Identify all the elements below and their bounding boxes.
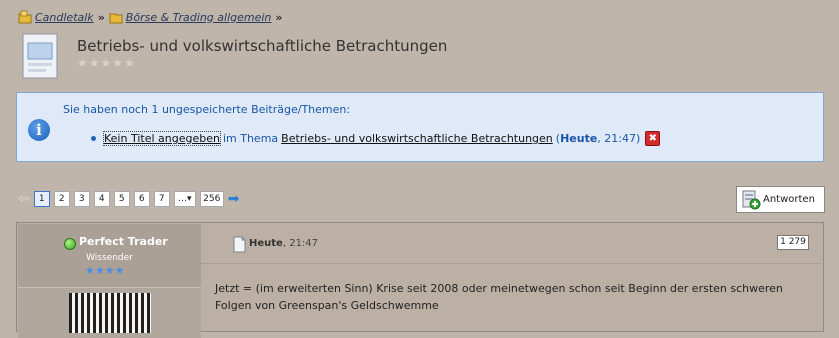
- page-link-7[interactable]: 7: [153, 191, 170, 207]
- home-folder-icon: [18, 10, 32, 24]
- rating-star-icon[interactable]: ★: [77, 57, 88, 69]
- page-link-4[interactable]: 4: [93, 191, 110, 207]
- reply-button-label: Antworten: [763, 194, 815, 205]
- pagination: ⇦ 1 2 3 4 5 6 7 …▾ 256 ➡: [18, 191, 239, 207]
- page-link-3[interactable]: 3: [73, 191, 90, 207]
- rating-star-icon[interactable]: ★: [101, 57, 112, 69]
- rating-star-icon[interactable]: ★: [112, 57, 123, 69]
- thread-rating[interactable]: ★ ★ ★ ★ ★: [77, 57, 135, 69]
- next-page-arrow-icon[interactable]: ➡: [228, 192, 240, 206]
- user-rank: Wissender: [86, 253, 133, 263]
- bullet-icon: [91, 136, 96, 141]
- rank-star-icon: ★: [114, 264, 125, 277]
- notice-time: , 21:47): [597, 132, 641, 145]
- folder-icon: [109, 10, 123, 24]
- post-time: , 21:47: [282, 238, 319, 249]
- page-link-last[interactable]: 256: [199, 191, 224, 207]
- rank-star-icon: ★: [85, 264, 95, 277]
- post-date-bold: Heute: [249, 238, 283, 249]
- rating-star-icon[interactable]: ★: [124, 57, 135, 69]
- reply-icon: [741, 190, 761, 210]
- reply-button[interactable]: Antworten: [736, 186, 825, 213]
- breadcrumb: Candletalk » Börse & Trading allgemein »: [18, 10, 287, 24]
- post: Perfect Trader Wissender ★ ★ ★ ★: [16, 222, 824, 338]
- page-title: Betriebs- und volkswirtschaftliche Betra…: [77, 37, 448, 55]
- unsaved-posts-notice: i Sie haben noch 1 ungespeicherte Beiträ…: [16, 92, 824, 162]
- user-info-panel: Perfect Trader Wissender ★ ★ ★ ★: [18, 224, 201, 287]
- post-date: Heute, 21:47: [249, 238, 318, 249]
- post-divider: [201, 263, 821, 264]
- user-avatar-area: [18, 287, 201, 338]
- rank-star-icon: ★: [94, 264, 105, 277]
- page-link-1[interactable]: 1: [33, 191, 50, 207]
- in-thread-text: im Thema: [222, 132, 279, 145]
- avatar[interactable]: [69, 293, 151, 333]
- post-document-icon: [233, 236, 246, 253]
- prev-page-arrow-icon: ⇦: [18, 191, 30, 207]
- rating-star-icon[interactable]: ★: [89, 57, 100, 69]
- breadcrumb-separator: »: [97, 10, 105, 24]
- page-link-6[interactable]: 6: [133, 191, 150, 207]
- delete-draft-icon[interactable]: ✖: [645, 131, 661, 146]
- thread-document-icon: [22, 33, 58, 79]
- page-link-2[interactable]: 2: [53, 191, 70, 207]
- post-username[interactable]: Perfect Trader: [79, 235, 168, 248]
- notice-message: Sie haben noch 1 ungespeicherte Beiträge…: [63, 103, 351, 116]
- breadcrumb-link-candletalk[interactable]: Candletalk: [35, 11, 94, 24]
- page-link-5[interactable]: 5: [113, 191, 130, 207]
- unsaved-item: Kein Titel angegeben im Thema Betriebs- …: [91, 131, 661, 146]
- notice-date-bold: Heute: [560, 132, 598, 145]
- info-icon: i: [28, 119, 50, 141]
- rank-star-icon: ★: [104, 264, 115, 277]
- unsaved-thread-link[interactable]: Betriebs- und volkswirtschaftliche Betra…: [281, 132, 553, 145]
- online-status-icon: [64, 238, 76, 250]
- page-jump-dropdown[interactable]: …▾: [173, 191, 196, 207]
- post-text: Jetzt = (im erweiterten Sinn) Krise seit…: [215, 282, 783, 312]
- post-number-badge[interactable]: 1 279: [777, 235, 809, 250]
- breadcrumb-separator: »: [275, 10, 283, 24]
- unsaved-draft-link[interactable]: Kein Titel angegeben: [103, 131, 221, 146]
- rank-stars: ★ ★ ★ ★: [85, 265, 125, 276]
- breadcrumb-link-boerse-trading[interactable]: Börse & Trading allgemein: [126, 11, 272, 24]
